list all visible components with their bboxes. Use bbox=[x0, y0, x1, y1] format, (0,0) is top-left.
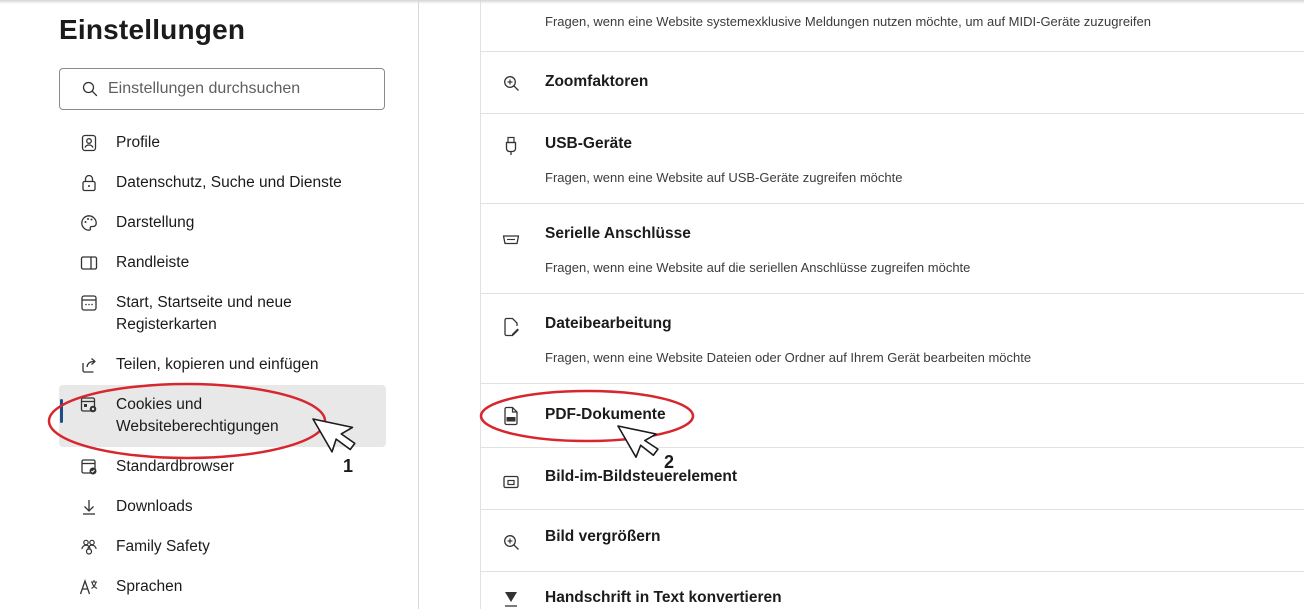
sidebar-item-downloads[interactable]: Downloads bbox=[59, 487, 386, 527]
zoom-icon bbox=[501, 532, 521, 552]
settings-row-usb[interactable]: USB-Geräte Fragen, wenn eine Website auf… bbox=[481, 114, 1304, 204]
settings-content: Fragen, wenn eine Website systemexklusiv… bbox=[480, 0, 1304, 609]
profile-icon bbox=[79, 132, 99, 154]
search-icon bbox=[72, 69, 108, 109]
settings-row-image-enlarge[interactable]: Bild vergrößern bbox=[481, 510, 1304, 572]
picture-in-picture-icon bbox=[501, 472, 521, 492]
row-description: Fragen, wenn eine Website auf die seriel… bbox=[545, 260, 971, 275]
settings-window: Einstellungen Profile bbox=[0, 0, 1304, 609]
settings-row-picture-in-picture[interactable]: Bild-im-Bildsteuerelement bbox=[481, 448, 1304, 510]
file-edit-icon bbox=[501, 317, 521, 337]
settings-nav: Profile Datenschutz, Suche und Dienste D… bbox=[59, 123, 386, 607]
sidebar-item-label: Start, Startseite und neue Registerkarte… bbox=[116, 294, 292, 333]
row-title: USB-Geräte bbox=[545, 135, 632, 152]
sidebar-item-label: Profile bbox=[116, 134, 160, 151]
row-title: Handschrift in Text konvertieren bbox=[545, 589, 782, 606]
sidebar-item-label: Sprachen bbox=[116, 578, 183, 595]
sidebar-item-sidebar[interactable]: Randleiste bbox=[59, 243, 386, 283]
default-browser-icon bbox=[79, 456, 99, 478]
pane-divider bbox=[418, 0, 419, 609]
sidebar-item-privacy[interactable]: Datenschutz, Suche und Dienste bbox=[59, 163, 386, 203]
settings-row-handwriting[interactable]: Handschrift in Text konvertieren bbox=[481, 572, 1304, 609]
sidebar-item-label: Darstellung bbox=[116, 214, 195, 231]
row-title: PDF-Dokumente bbox=[545, 406, 666, 423]
cookies-permissions-icon bbox=[79, 394, 99, 416]
settings-row-serial[interactable]: Serielle Anschlüsse Fragen, wenn eine We… bbox=[481, 204, 1304, 294]
row-description: Fragen, wenn eine Website systemexklusiv… bbox=[545, 14, 1152, 29]
page-title: Einstellungen bbox=[59, 14, 246, 45]
sidebar-item-family-safety[interactable]: Family Safety bbox=[59, 527, 386, 567]
home-tab-icon bbox=[79, 292, 99, 314]
sidebar-item-label: Cookies und Websiteberechtigungen bbox=[116, 396, 279, 435]
sidebar-item-label: Teilen, kopieren und einfügen bbox=[116, 356, 319, 373]
settings-sidebar: Einstellungen Profile bbox=[0, 0, 418, 609]
row-title: Zoomfaktoren bbox=[545, 73, 649, 90]
palette-icon bbox=[79, 212, 99, 234]
lock-icon bbox=[79, 172, 99, 194]
annotation-number-2: 2 bbox=[664, 452, 675, 472]
serial-port-icon bbox=[501, 230, 521, 250]
row-description: Fragen, wenn eine Website auf USB-Geräte… bbox=[545, 170, 903, 185]
sidebar-icon bbox=[79, 252, 99, 274]
row-title: Dateibearbeitung bbox=[545, 315, 672, 332]
handwriting-icon bbox=[501, 588, 521, 608]
pdf-icon bbox=[501, 406, 521, 426]
share-icon bbox=[79, 354, 99, 376]
download-icon bbox=[79, 496, 99, 518]
sidebar-item-languages[interactable]: Sprachen bbox=[59, 567, 386, 607]
settings-row-file-editing[interactable]: Dateibearbeitung Fragen, wenn eine Websi… bbox=[481, 294, 1304, 384]
sidebar-item-label: Downloads bbox=[116, 498, 193, 515]
settings-search-box[interactable] bbox=[59, 68, 385, 110]
row-title: Bild vergrößern bbox=[545, 528, 661, 545]
sidebar-item-label: Standardbrowser bbox=[116, 458, 235, 475]
sidebar-item-label: Randleiste bbox=[116, 254, 190, 271]
sidebar-item-start[interactable]: Start, Startseite und neue Registerkarte… bbox=[59, 283, 386, 345]
sidebar-item-label: Datenschutz, Suche und Dienste bbox=[116, 174, 342, 191]
family-icon bbox=[79, 536, 99, 558]
usb-icon bbox=[501, 136, 521, 156]
row-description: Fragen, wenn eine Website Dateien oder O… bbox=[545, 350, 1032, 365]
zoom-icon bbox=[501, 73, 521, 93]
top-edge-shadow bbox=[0, 0, 1304, 4]
settings-row-zoom-levels[interactable]: Zoomfaktoren bbox=[481, 52, 1304, 114]
sidebar-item-appearance[interactable]: Darstellung bbox=[59, 203, 386, 243]
annotation-number-1: 1 bbox=[343, 456, 354, 476]
sidebar-item-label: Family Safety bbox=[116, 538, 210, 555]
language-icon bbox=[79, 576, 99, 598]
row-title: Bild-im-Bildsteuerelement bbox=[545, 468, 738, 485]
sidebar-item-cookies[interactable]: Cookies und Websiteberechtigungen bbox=[59, 385, 386, 447]
sidebar-item-share[interactable]: Teilen, kopieren und einfügen bbox=[59, 345, 386, 385]
settings-row-midi[interactable]: Fragen, wenn eine Website systemexklusiv… bbox=[481, 0, 1304, 52]
sidebar-item-default-browser[interactable]: Standardbrowser bbox=[59, 447, 386, 487]
search-input[interactable] bbox=[108, 80, 358, 98]
settings-row-pdf-documents[interactable]: PDF-Dokumente bbox=[481, 384, 1304, 448]
row-title: Serielle Anschlüsse bbox=[545, 225, 691, 242]
sidebar-item-profile[interactable]: Profile bbox=[59, 123, 386, 163]
